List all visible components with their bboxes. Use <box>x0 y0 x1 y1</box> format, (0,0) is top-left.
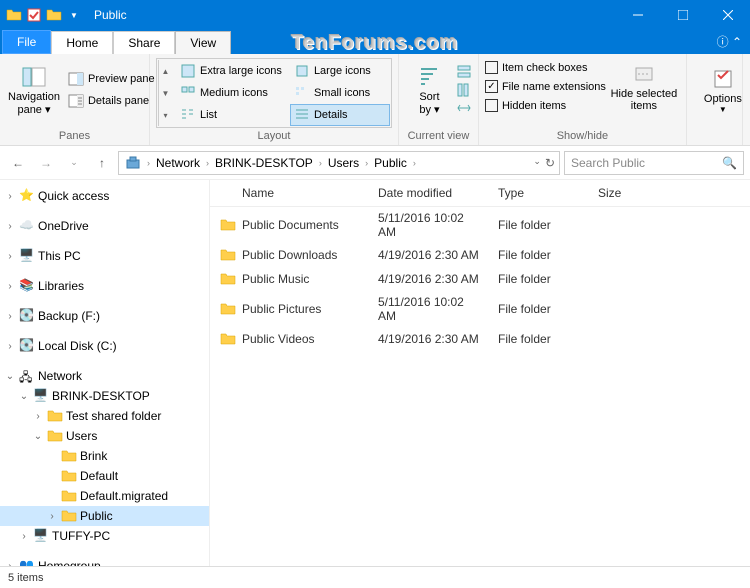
col-type[interactable]: Type <box>490 184 590 202</box>
group-by-icon[interactable] <box>456 64 472 80</box>
address-bar[interactable]: › Network› BRINK-DESKTOP› Users› Public›… <box>118 151 560 175</box>
maximize-button[interactable] <box>660 0 705 30</box>
tree-user-default[interactable]: Default <box>0 466 209 486</box>
sort-by-button[interactable]: Sort by ▾ <box>405 61 454 120</box>
qat-newfolder-icon[interactable] <box>46 7 62 23</box>
tree-user-default-migrated[interactable]: Default.migrated <box>0 486 209 506</box>
folder-icon <box>220 247 236 263</box>
file-row[interactable]: Public Music4/19/2016 2:30 AMFile folder <box>210 267 750 291</box>
close-button[interactable] <box>705 0 750 30</box>
status-item-count: 5 items <box>8 572 43 584</box>
breadcrumb-item[interactable]: Public <box>370 156 411 170</box>
address-bar-row: ← → ⌄ ↑ › Network› BRINK-DESKTOP› Users›… <box>0 146 750 180</box>
folder-icon <box>220 271 236 287</box>
layout-more[interactable]: ▾ <box>159 104 172 126</box>
tab-home[interactable]: Home <box>51 31 113 54</box>
forward-button[interactable]: → <box>34 151 58 175</box>
tree-backup[interactable]: ›💽Backup (F:) <box>0 306 209 326</box>
ribbon-group-show-hide: Item check boxes ✓File name extensions H… <box>479 54 687 145</box>
navigation-tree[interactable]: ›⭐Quick access ›☁️OneDrive ›🖥️This PC ›📚… <box>0 180 210 566</box>
breadcrumb-item[interactable]: Network <box>152 156 204 170</box>
qat-properties-icon[interactable] <box>26 7 42 23</box>
options-button[interactable]: Options▼ <box>693 58 750 122</box>
file-row[interactable]: Public Videos4/19/2016 2:30 AMFile folde… <box>210 327 750 351</box>
layout-xl-icons[interactable]: Extra large icons <box>176 60 286 82</box>
tab-share[interactable]: Share <box>113 31 175 54</box>
file-row[interactable]: Public Pictures5/11/2016 10:02 AMFile fo… <box>210 291 750 327</box>
breadcrumb-icon[interactable] <box>121 155 145 171</box>
search-icon: 🔍 <box>722 156 737 170</box>
breadcrumb-item[interactable]: BRINK-DESKTOP <box>211 156 317 170</box>
col-name[interactable]: Name <box>210 184 370 202</box>
tree-user-public[interactable]: ›Public <box>0 506 209 526</box>
window-title: Public <box>88 8 615 22</box>
tree-local-disk[interactable]: ›💽Local Disk (C:) <box>0 336 209 356</box>
ribbon-tabs: File Home Share View ⓘ ⌃ <box>0 30 750 54</box>
status-bar: 5 items <box>0 566 750 588</box>
layout-scroll-down[interactable]: ▼ <box>159 82 172 104</box>
ribbon: Navigation pane ▾ Preview pane Details p… <box>0 54 750 146</box>
layout-medium-icons[interactable]: Medium icons <box>176 82 286 104</box>
hidden-items-toggle[interactable]: Hidden items <box>485 98 606 113</box>
file-row[interactable]: Public Downloads4/19/2016 2:30 AMFile fo… <box>210 243 750 267</box>
file-row[interactable]: Public Documents5/11/2016 10:02 AMFile f… <box>210 207 750 243</box>
tab-file[interactable]: File <box>2 30 51 54</box>
back-button[interactable]: ← <box>6 151 30 175</box>
size-columns-icon[interactable] <box>456 100 472 116</box>
ribbon-help-icon[interactable]: ⓘ ⌃ <box>709 29 750 54</box>
layout-list[interactable]: List <box>176 104 286 126</box>
col-size[interactable]: Size <box>590 184 660 202</box>
tab-view[interactable]: View <box>175 31 231 54</box>
folder-icon <box>220 217 236 233</box>
layout-large-icons[interactable]: Large icons <box>290 60 390 82</box>
layout-scroll-up[interactable]: ▲ <box>159 60 172 82</box>
ribbon-group-current-view: Sort by ▾ Current view <box>399 54 479 145</box>
folder-icon <box>220 301 236 317</box>
tree-test-shared[interactable]: ›Test shared folder <box>0 406 209 426</box>
tree-user-brink[interactable]: Brink <box>0 446 209 466</box>
refresh-icon[interactable]: ↻ <box>545 156 555 170</box>
item-check-boxes-toggle[interactable]: Item check boxes <box>485 60 606 75</box>
add-columns-icon[interactable] <box>456 82 472 98</box>
recent-dropdown[interactable]: ⌄ <box>62 151 86 175</box>
tree-homegroup[interactable]: ›👥Homegroup <box>0 556 209 566</box>
title-bar: ▼ Public <box>0 0 750 30</box>
tree-quick-access[interactable]: ›⭐Quick access <box>0 186 209 206</box>
search-box[interactable]: Search Public 🔍 <box>564 151 744 175</box>
address-dropdown-icon[interactable]: ⌄ <box>533 156 541 170</box>
tree-network[interactable]: ⌄🖧Network <box>0 366 209 386</box>
details-pane-button[interactable]: Details pane <box>64 91 159 111</box>
ribbon-group-layout: Extra large icons Large icons ▲▼▾ Medium… <box>150 54 399 145</box>
tree-onedrive[interactable]: ›☁️OneDrive <box>0 216 209 236</box>
navigation-pane-button[interactable]: Navigation pane ▾ <box>6 61 62 120</box>
file-name-extensions-toggle[interactable]: ✓File name extensions <box>485 79 606 94</box>
layout-small-icons[interactable]: Small icons <box>290 82 390 104</box>
minimize-button[interactable] <box>615 0 660 30</box>
hide-selected-items-button[interactable]: Hide selected items <box>608 58 680 116</box>
qat-dropdown-icon[interactable]: ▼ <box>66 7 82 23</box>
preview-pane-button[interactable]: Preview pane <box>64 69 159 89</box>
main-area: ›⭐Quick access ›☁️OneDrive ›🖥️This PC ›📚… <box>0 180 750 566</box>
tree-tuffy-pc[interactable]: ›🖥️TUFFY-PC <box>0 526 209 546</box>
breadcrumb-item[interactable]: Users <box>324 156 363 170</box>
tree-libraries[interactable]: ›📚Libraries <box>0 276 209 296</box>
folder-icon <box>6 7 22 23</box>
file-list[interactable]: Name Date modified Type Size Public Docu… <box>210 180 750 566</box>
layout-details[interactable]: Details <box>290 104 390 126</box>
tree-this-pc[interactable]: ›🖥️This PC <box>0 246 209 266</box>
tree-users[interactable]: ⌄Users <box>0 426 209 446</box>
ribbon-group-panes: Navigation pane ▾ Preview pane Details p… <box>0 54 150 145</box>
col-date[interactable]: Date modified <box>370 184 490 202</box>
tree-brink-desktop[interactable]: ⌄🖥️BRINK-DESKTOP <box>0 386 209 406</box>
folder-icon <box>220 331 236 347</box>
column-headers: Name Date modified Type Size <box>210 180 750 207</box>
ribbon-group-options: Options▼ <box>687 54 743 145</box>
up-button[interactable]: ↑ <box>90 151 114 175</box>
